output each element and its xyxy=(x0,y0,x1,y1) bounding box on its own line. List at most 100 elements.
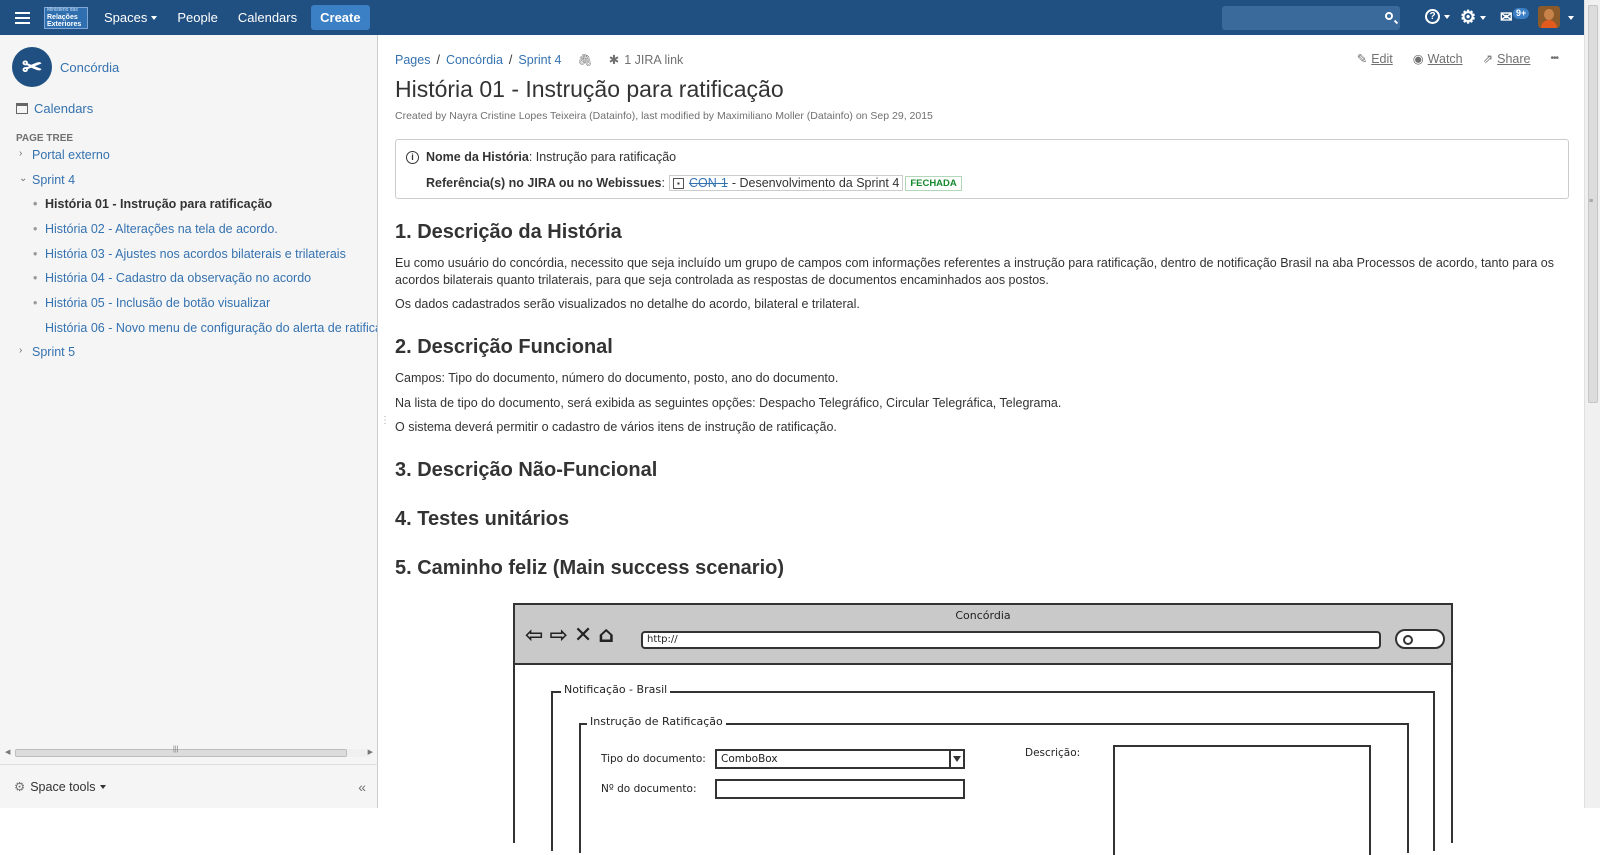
breadcrumb: Pages / Concórdia / Sprint 4 🖇 ✱ 1 JIRA l… xyxy=(395,52,684,68)
section-2-paragraph-1: Campos: Tipo do documento, número do doc… xyxy=(395,371,839,385)
calendars-link[interactable]: Calendars xyxy=(16,101,93,116)
chevron-down-icon[interactable]: ⌄ xyxy=(19,173,27,184)
user-avatar[interactable] xyxy=(1538,6,1560,28)
mockup-url-field: http:// xyxy=(641,631,1381,649)
nav-calendars[interactable]: Calendars xyxy=(238,10,297,25)
scroll-thumb[interactable] xyxy=(15,749,347,757)
tree-item-label: História 06 - Novo menu de configuração … xyxy=(45,321,377,335)
logo-line-1: Ministério das xyxy=(47,7,78,13)
tree-item-label: Sprint 4 xyxy=(32,173,76,187)
chevron-right-icon[interactable]: › xyxy=(19,345,22,356)
tree-item-historia-04[interactable]: • História 04 - Cadastro da observação no… xyxy=(33,271,312,285)
mockup-group-notificacao-label: Notificação - Brasil xyxy=(561,683,671,696)
jira-reference-row: Referência(s) no JIRA ou no Webissues: ▪… xyxy=(426,175,962,191)
tree-item-historia-05[interactable]: • História 05 - Inclusão de botão visuali… xyxy=(33,296,270,310)
watch-label: Watch xyxy=(1427,51,1463,66)
chevron-right-icon[interactable]: › xyxy=(19,148,22,159)
section-heading-1: 1. Descrição da História xyxy=(395,221,622,243)
tree-item-label: História 04 - Cadastro da observação no … xyxy=(45,271,312,285)
watch-button[interactable]: ◉ Watch xyxy=(1412,51,1463,67)
share-icon: ⇗ xyxy=(1482,52,1494,66)
tree-item-label: História 02 - Alterações na tela de acor… xyxy=(45,222,278,236)
chevron-down-icon[interactable] xyxy=(1568,16,1574,20)
sidebar-resize-handle[interactable]: ⋮ xyxy=(380,415,390,426)
mockup-combobox: ComboBox xyxy=(715,749,965,769)
story-name-value: : Instrução para ratificação xyxy=(528,150,677,164)
more-actions-button[interactable]: ••• xyxy=(1550,53,1558,64)
status-badge: FECHADA xyxy=(905,175,962,191)
sidebar-horizontal-scrollbar[interactable]: ◀ ||| ▶ xyxy=(5,746,373,760)
jira-issue-macro[interactable]: ▪ CON-1 - Desenvolvimento da Sprint 4 xyxy=(668,175,904,191)
tree-item-historia-06[interactable]: •História 06 - Novo menu de configuração… xyxy=(45,321,377,335)
tree-item-label: História 03 - Ajustes nos acordos bilate… xyxy=(45,247,346,261)
jira-link-count: 1 JIRA link xyxy=(624,52,684,67)
search-icon xyxy=(1385,12,1393,20)
tree-item-historia-02[interactable]: • História 02 - Alterações na tela de aco… xyxy=(33,222,278,236)
page-tree-label: PAGE TREE xyxy=(16,133,74,144)
chevron-down-icon xyxy=(1480,15,1487,20)
section-heading-3: 3. Descrição Não-Funcional xyxy=(395,459,658,481)
section-1-paragraph-2: Os dados cadastrados serão visualizados … xyxy=(395,297,860,311)
search-input[interactable] xyxy=(1222,6,1400,30)
logo-line-2: Relações xyxy=(47,14,78,21)
mockup-descricao-label: Descrição: xyxy=(1025,747,1081,759)
page-byline: Created by Nayra Cristine Lopes Teixeira… xyxy=(395,110,933,122)
bullet-icon: • xyxy=(33,296,38,310)
breadcrumb-pages[interactable]: Pages xyxy=(395,53,430,67)
breadcrumb-parent[interactable]: Sprint 4 xyxy=(518,53,561,67)
share-label: Share xyxy=(1497,51,1531,66)
attachment-icon[interactable]: 🖇 xyxy=(578,53,593,67)
story-name-row: Nome da História: Instrução para ratific… xyxy=(426,150,676,164)
tree-item-label: Portal externo xyxy=(32,148,110,162)
help-menu[interactable]: ? xyxy=(1425,9,1450,24)
calendar-icon xyxy=(16,103,28,114)
breadcrumb-space[interactable]: Concórdia xyxy=(446,53,503,67)
tree-item-historia-01[interactable]: • História 01 - Instrução para ratificaçã… xyxy=(33,197,272,211)
edit-button[interactable]: ✎ Edit xyxy=(1356,51,1393,67)
space-name-link[interactable]: Concórdia xyxy=(60,60,119,75)
space-logo[interactable]: ✂ xyxy=(12,47,52,87)
mockup-browser-bar: Concórdia ⇦⇨✕⌂ http:// xyxy=(515,605,1451,665)
scroll-right-icon[interactable]: ▶ xyxy=(368,748,373,756)
breadcrumb-separator: / xyxy=(508,52,513,67)
tree-item-sprint-4[interactable]: ⌄ Sprint 4 xyxy=(19,173,76,187)
tree-item-sprint-5[interactable]: › Sprint 5 xyxy=(19,345,75,359)
share-button[interactable]: ⇗ Share xyxy=(1482,51,1531,67)
breadcrumb-separator: / xyxy=(436,52,440,67)
site-logo[interactable]: Ministério das Relações Exteriores xyxy=(44,6,88,29)
notifications-button[interactable]: ✉ xyxy=(1500,8,1513,26)
jira-issue-key[interactable]: CON-1 xyxy=(689,176,728,190)
menu-icon[interactable] xyxy=(0,0,44,35)
jira-icon: ✱ xyxy=(608,53,620,67)
mockup-descricao-textarea xyxy=(1113,745,1371,855)
collapse-sidebar-icon[interactable]: « xyxy=(358,779,366,795)
scroll-left-icon[interactable]: ◀ xyxy=(5,748,10,756)
pencil-icon: ✎ xyxy=(1356,52,1368,66)
scroll-grip-icon: ≡ xyxy=(1589,198,1594,205)
jira-links-button[interactable]: ✱ 1 JIRA link xyxy=(608,52,684,68)
space-sidebar: ✂ Concórdia Calendars PAGE TREE › Portal … xyxy=(0,35,378,808)
page-title: História 01 - Instrução para ratificação xyxy=(395,76,784,102)
tree-item-historia-03[interactable]: • História 03 - Ajustes nos acordos bilat… xyxy=(33,247,346,261)
eye-icon: ◉ xyxy=(1412,52,1424,66)
info-panel: i Nome da História: Instrução para ratif… xyxy=(395,139,1569,199)
top-navigation-bar: Ministério das Relações Exteriores Space… xyxy=(0,0,1584,35)
nav-spaces[interactable]: Spaces xyxy=(104,10,158,25)
space-tools-button[interactable]: ⚙ Space tools « xyxy=(0,764,378,808)
page-vertical-scrollbar[interactable]: ≡ xyxy=(1584,0,1600,808)
settings-menu[interactable]: ⚙ xyxy=(1460,7,1487,28)
nav-people[interactable]: People xyxy=(177,10,217,25)
help-icon: ? xyxy=(1425,9,1440,24)
mockup-combobox-value: ComboBox xyxy=(721,753,778,765)
jira-issue-summary: - Desenvolvimento da Sprint 4 xyxy=(731,176,900,190)
section-2-paragraph-3: O sistema deverá permitir o cadastro de … xyxy=(395,420,837,434)
section-heading-5: 5. Caminho feliz (Main success scenario) xyxy=(395,557,785,579)
logo-line-3: Exteriores xyxy=(47,21,82,28)
jira-reference-colon: : xyxy=(661,176,665,190)
chevron-down-icon xyxy=(151,15,158,20)
chevron-down-icon xyxy=(99,784,106,789)
tree-item-portal-externo[interactable]: › Portal externo xyxy=(19,148,110,162)
mockup-group-instrucao-label: Instrução de Ratificação xyxy=(587,715,726,728)
edit-label: Edit xyxy=(1371,51,1393,66)
create-button[interactable]: Create xyxy=(311,5,370,30)
